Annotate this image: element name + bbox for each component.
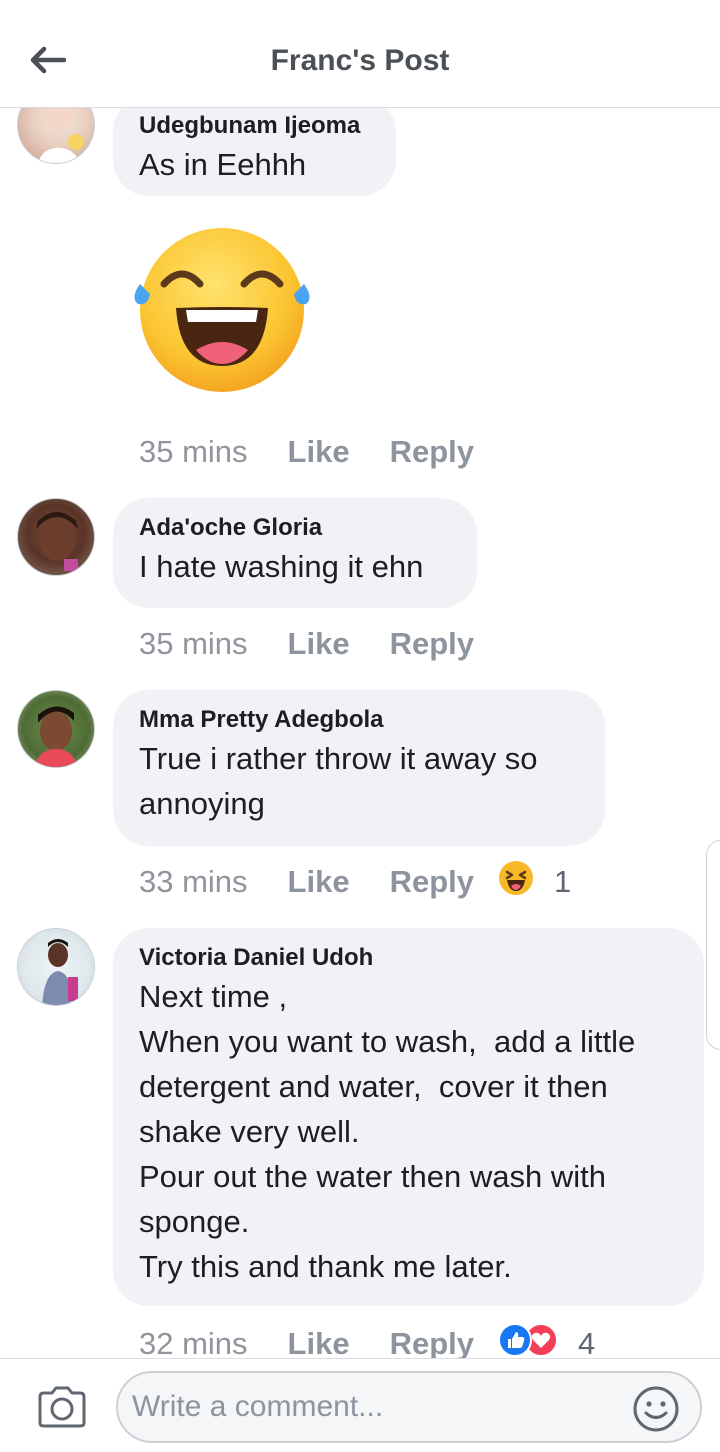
like-button[interactable]: Like — [288, 1326, 350, 1358]
comment-text: As in Eehhh — [139, 147, 307, 182]
comment-actions: 35 mins Like Reply — [139, 432, 474, 472]
comment-actions: 33 mins Like Reply 1 — [139, 860, 571, 904]
comment-input-box[interactable] — [116, 1371, 702, 1443]
avatar[interactable] — [17, 690, 95, 768]
comment-actions: 35 mins Like Reply — [139, 624, 474, 664]
comment-author[interactable]: Udegbunam Ijeoma — [139, 110, 370, 142]
comment-bubble[interactable]: Victoria Daniel Udoh Next time , When yo… — [113, 928, 704, 1306]
comment-bubble[interactable]: Mma Pretty Adegbola True i rather throw … — [113, 690, 605, 846]
reactions-summary[interactable]: 4 — [498, 1323, 595, 1358]
avatar[interactable] — [17, 498, 95, 576]
camera-icon[interactable] — [36, 1385, 88, 1429]
comment-author[interactable]: Victoria Daniel Udoh — [139, 942, 678, 974]
side-drawer-handle[interactable] — [706, 840, 720, 1050]
comment-timestamp: 35 mins — [139, 434, 248, 469]
comment-timestamp: 32 mins — [139, 1326, 248, 1358]
comment-timestamp: 35 mins — [139, 626, 248, 661]
reply-button[interactable]: Reply — [390, 626, 474, 662]
smiley-icon[interactable] — [632, 1385, 680, 1433]
reactions-summary[interactable]: 1 — [498, 860, 571, 904]
reply-button[interactable]: Reply — [390, 434, 474, 470]
laughing-tears-emoji-icon[interactable] — [124, 226, 320, 396]
comment-composer — [0, 1358, 720, 1452]
comment-text: Next time , When you want to wash, add a… — [139, 979, 636, 1284]
avatar[interactable] — [17, 928, 95, 1006]
comment-input[interactable] — [132, 1383, 622, 1431]
top-bar: Franc's Post — [0, 0, 720, 108]
reaction-count: 1 — [554, 864, 572, 899]
page-title: Franc's Post — [270, 44, 450, 77]
reaction-count: 4 — [578, 1326, 596, 1358]
comment-actions: 32 mins Like Reply 4 — [139, 1323, 595, 1358]
comment-author[interactable]: Ada'oche Gloria — [139, 512, 451, 544]
like-button[interactable]: Like — [288, 864, 350, 900]
comment-feed[interactable]: Udegbunam Ijeoma As in Eehhh 35 mins Lik… — [0, 108, 720, 1358]
reply-button[interactable]: Reply — [390, 1326, 474, 1358]
comment-author[interactable]: Mma Pretty Adegbola — [139, 704, 579, 736]
comment-timestamp: 33 mins — [139, 864, 248, 899]
comment-text: True i rather throw it away so annoying — [139, 741, 538, 821]
comment-bubble[interactable]: Ada'oche Gloria I hate washing it ehn — [113, 498, 477, 608]
like-button[interactable]: Like — [288, 626, 350, 662]
like-icon — [498, 1323, 532, 1358]
haha-icon — [498, 860, 534, 904]
reply-button[interactable]: Reply — [390, 864, 474, 900]
comment-text: I hate washing it ehn — [139, 549, 424, 584]
like-button[interactable]: Like — [288, 434, 350, 470]
avatar[interactable] — [17, 108, 95, 164]
comment-bubble[interactable]: Udegbunam Ijeoma As in Eehhh — [113, 108, 396, 196]
